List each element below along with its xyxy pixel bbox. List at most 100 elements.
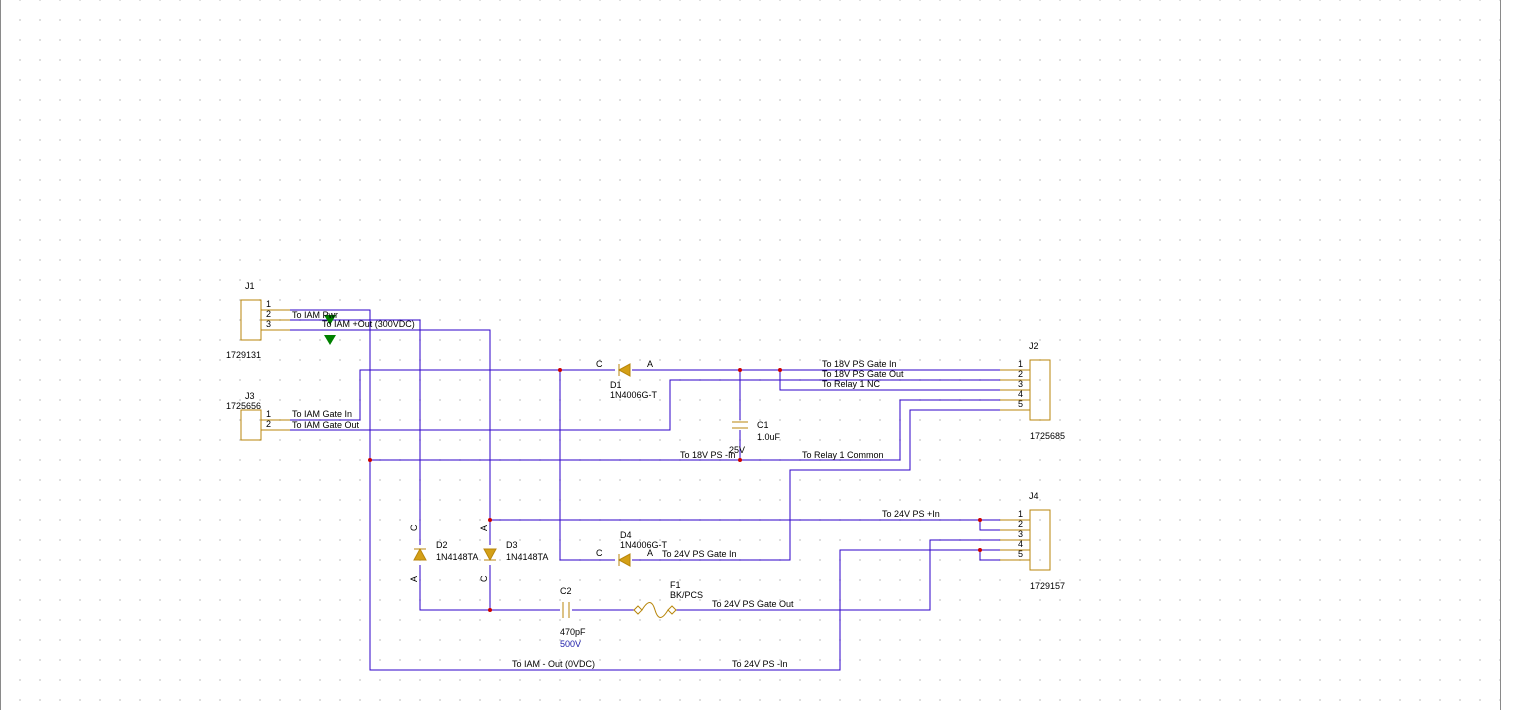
wire-j4-jumper-12 — [979, 520, 1000, 531]
connector-body — [1029, 359, 1051, 421]
diode-d3[interactable]: A C D3 1N4148TA — [479, 525, 548, 582]
cathode-label: C — [409, 524, 419, 531]
pin-number: 2 — [266, 419, 271, 429]
net-label: To 24V PS -In — [732, 659, 788, 669]
pin-number: 1 — [1018, 509, 1023, 519]
component-value: 1N4006G-T — [610, 390, 658, 400]
net-label: To 24V PS Gate Out — [712, 599, 794, 609]
diode-d1[interactable]: C A D1 1N4006G-T — [596, 359, 658, 400]
component-ref: D1 — [610, 380, 622, 390]
pin-number: 2 — [1018, 369, 1023, 379]
diode-triangle — [617, 553, 631, 567]
ground-flag-icon — [324, 335, 336, 345]
connector-part-number: 1725685 — [1030, 431, 1065, 441]
net-label: To Relay 1 Common — [802, 450, 884, 460]
pin-number: 5 — [1018, 549, 1023, 559]
wire-j4-jumper-45 — [979, 550, 1000, 561]
net-label: To 18V PS Gate In — [822, 359, 897, 369]
connector-part-number: 1729131 — [226, 350, 261, 360]
junction-dot — [738, 368, 742, 372]
pin-number: 4 — [1018, 389, 1023, 399]
component-ref: C2 — [560, 586, 572, 596]
capacitor-c1[interactable]: C1 1.0uF 25V — [729, 420, 781, 455]
connector-part-number: 1725656 — [226, 401, 261, 411]
diode-triangle — [483, 548, 497, 562]
net-label: To 18V PS -In — [680, 450, 736, 460]
pin-number: 1 — [266, 409, 271, 419]
connector-part-number: 1729157 — [1030, 581, 1065, 591]
net-label: To 24V PS +In — [882, 509, 940, 519]
component-value: 1N4148TA — [506, 552, 548, 562]
net-label: To 18V PS Gate Out — [822, 369, 904, 379]
junction-dot — [488, 518, 492, 522]
net-labels: To IAM Pwr To IAM +Out (300VDC) To IAM G… — [292, 310, 940, 669]
wire-24v-gate-in — [632, 409, 1000, 561]
anode-label: A — [479, 525, 489, 531]
component-value: 470pF — [560, 627, 586, 637]
wire-iam-out-pos — [262, 329, 491, 545]
pin-number: 3 — [1018, 379, 1023, 389]
net-label: To IAM - Out (0VDC) — [512, 659, 595, 669]
component-ref: C1 — [757, 420, 769, 430]
fuse-element — [641, 602, 669, 618]
connector-j1[interactable]: J1 1 2 3 1729131 — [226, 281, 290, 360]
cathode-label: C — [596, 359, 603, 369]
connector-j3[interactable]: J3 1725656 1 2 — [226, 391, 290, 441]
component-voltage: 500V — [560, 639, 581, 649]
junction-dot — [738, 458, 742, 462]
component-ref: F1 — [670, 580, 681, 590]
pin-number: 3 — [1018, 529, 1023, 539]
pin-number: 1 — [266, 299, 271, 309]
connector-body — [240, 299, 262, 341]
junction-dot — [778, 368, 782, 372]
connector-ref: J2 — [1029, 341, 1039, 351]
schematic-diagram: J1 1 2 3 1729131 J3 1725656 1 2 J2 1 2 3… — [226, 281, 1065, 671]
anode-label: A — [409, 576, 419, 582]
connector-body — [240, 409, 262, 441]
diode-triangle — [413, 547, 427, 561]
net-label: To IAM Gate In — [292, 409, 352, 419]
net-label: To Relay 1 NC — [822, 379, 881, 389]
component-value: 1N4148TA — [436, 552, 478, 562]
connector-j4[interactable]: J4 1 2 3 4 5 1729157 — [1000, 491, 1065, 591]
wire-d1-d4-cathode — [559, 370, 615, 561]
pin-number: 2 — [266, 309, 271, 319]
fuse-body — [667, 605, 677, 615]
junction-dot — [558, 368, 562, 372]
component-ref: D3 — [506, 540, 518, 550]
wire-iam-pwr — [262, 319, 421, 545]
component-value: 1.0uF — [757, 432, 781, 442]
anode-label: A — [647, 548, 653, 558]
wire-iam-gate-out — [262, 379, 1000, 431]
connector-ref: J4 — [1029, 491, 1039, 501]
diode-triangle — [617, 363, 631, 377]
anode-label: A — [647, 359, 653, 369]
component-value: 1N4006G-T — [620, 540, 668, 550]
net-label: To IAM Gate Out — [292, 420, 360, 430]
cathode-label: C — [596, 548, 603, 558]
junction-dot — [978, 548, 982, 552]
pin-number: 2 — [1018, 519, 1023, 529]
connector-body — [1029, 509, 1051, 571]
pin-number: 5 — [1018, 399, 1023, 409]
diode-d4[interactable]: D4 1N4006G-T C A — [596, 530, 668, 567]
pin-number: 4 — [1018, 539, 1023, 549]
pin-number: 3 — [266, 319, 271, 329]
junction-dot — [368, 458, 372, 462]
net-label: To 24V PS Gate In — [662, 549, 737, 559]
connector-ref: J3 — [245, 391, 255, 401]
cathode-label: C — [479, 575, 489, 582]
net-label: To IAM +Out (300VDC) — [322, 319, 415, 329]
pin-number: 1 — [1018, 359, 1023, 369]
fuse-f1[interactable]: F1 BK/PCS — [633, 580, 703, 618]
component-ref: D2 — [436, 540, 448, 550]
component-value: BK/PCS — [670, 590, 703, 600]
fuse-body — [633, 605, 643, 615]
junctions — [368, 368, 982, 612]
component-ref: D4 — [620, 530, 632, 540]
junction-dot — [488, 608, 492, 612]
capacitor-c2[interactable]: C2 470pF 500V — [560, 586, 586, 649]
connector-j2[interactable]: J2 1 2 3 4 5 1725685 — [1000, 341, 1065, 441]
connector-ref: J1 — [245, 281, 255, 291]
diode-d2[interactable]: C A D2 1N4148TA — [409, 524, 478, 582]
